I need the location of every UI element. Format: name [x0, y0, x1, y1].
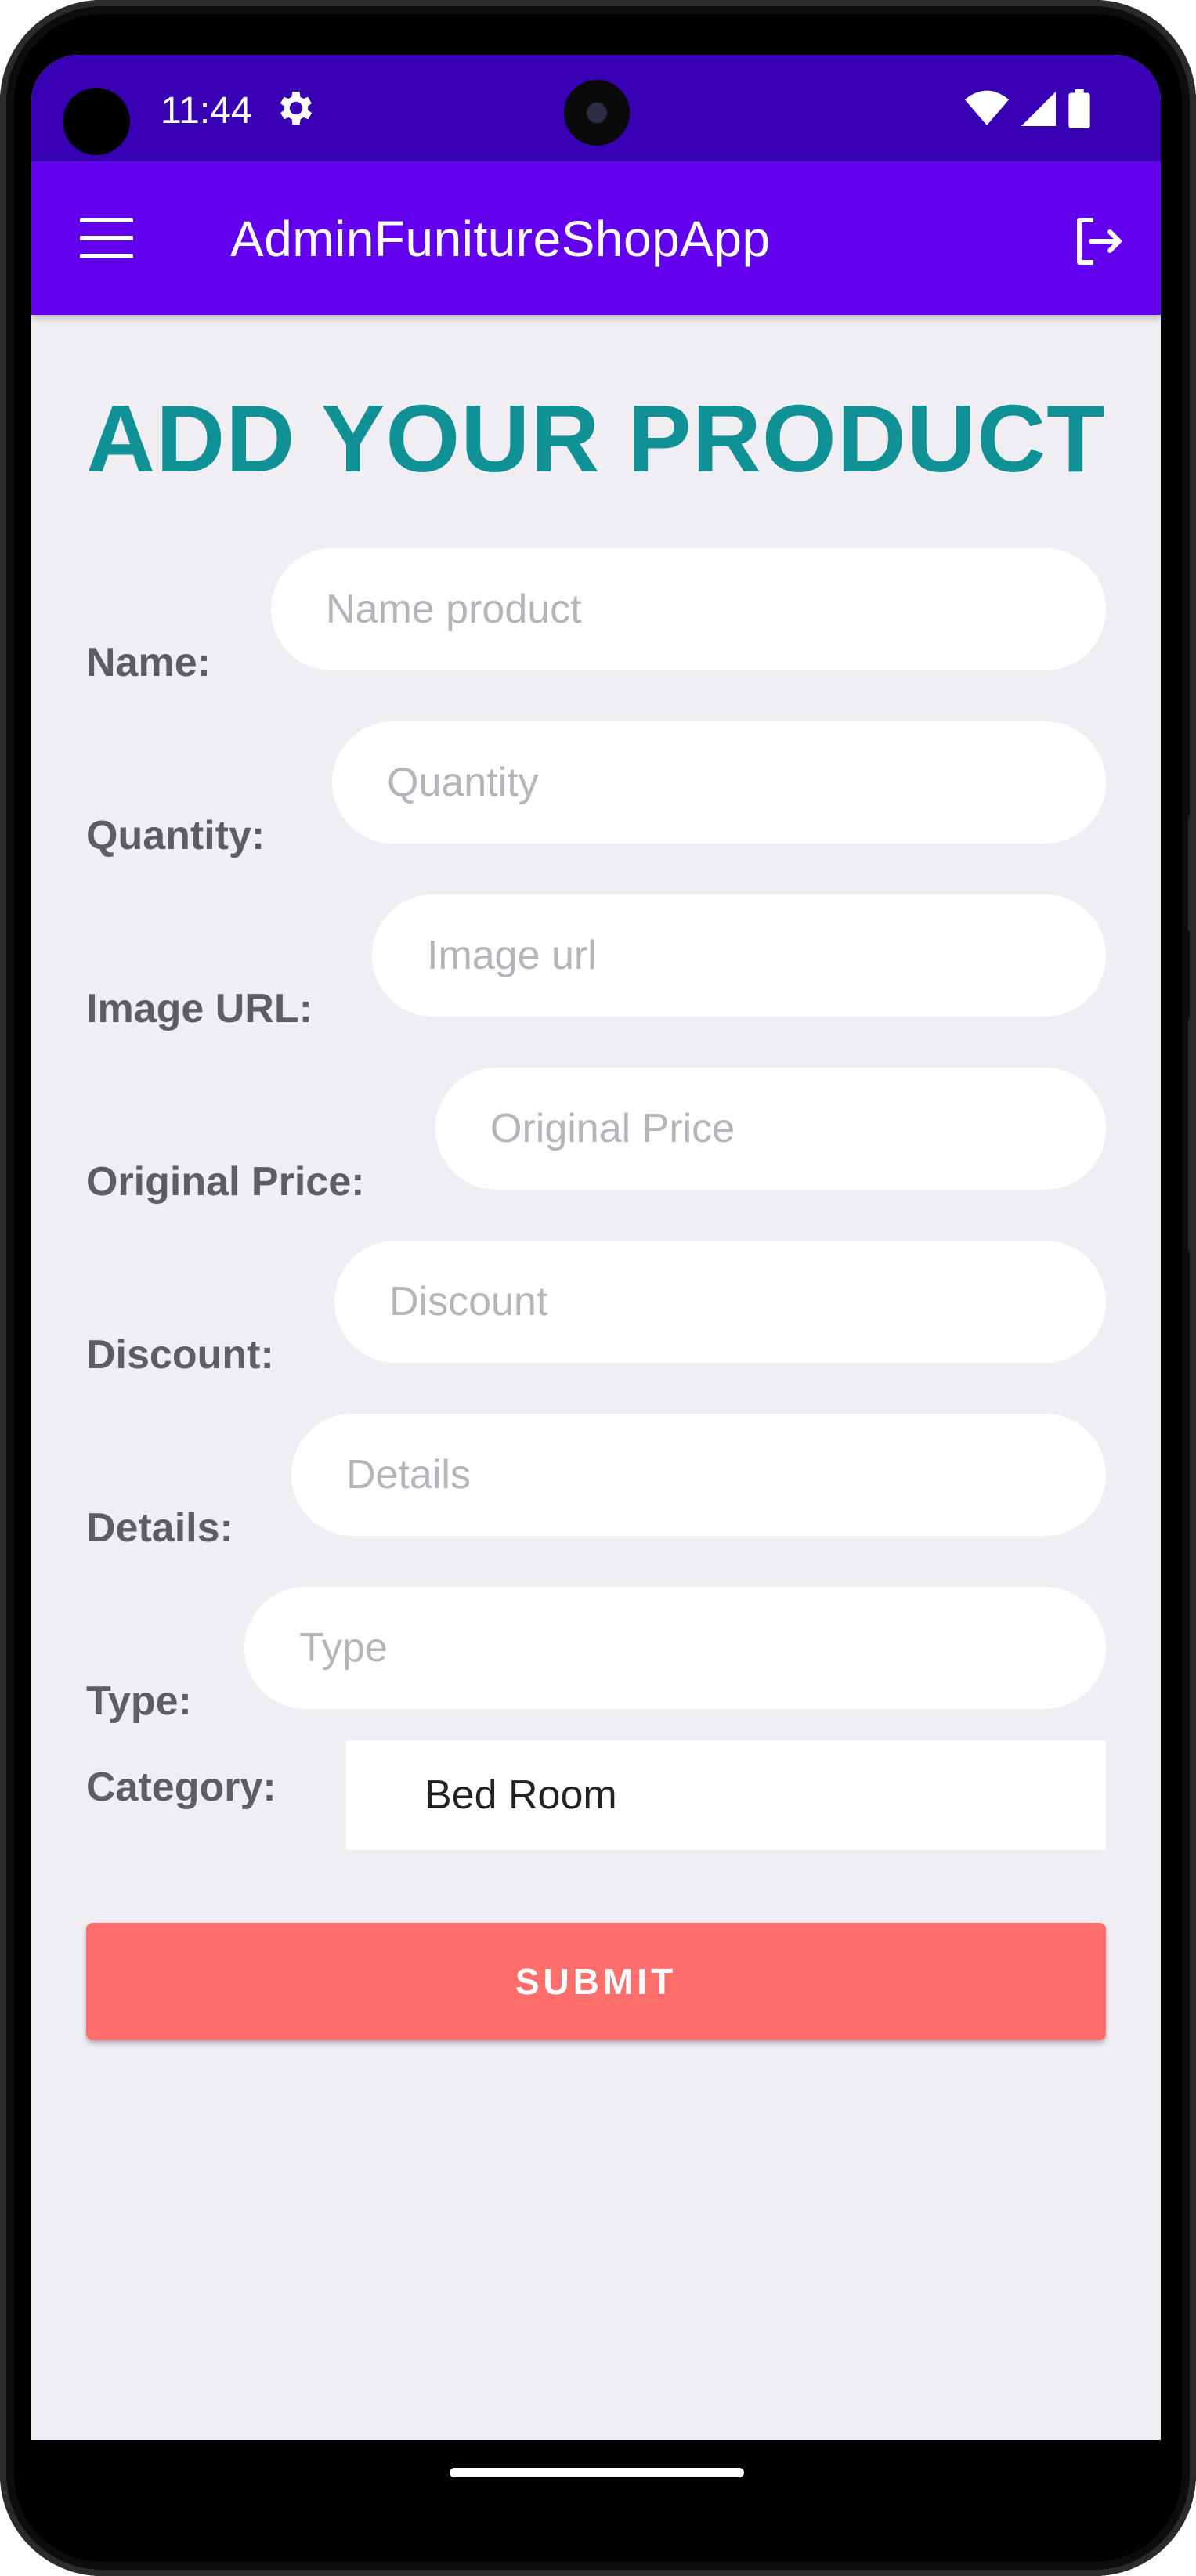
menu-icon[interactable] [80, 218, 133, 258]
status-icons [965, 89, 1090, 128]
original-price-label: Original Price: [86, 1159, 365, 1205]
gear-icon [280, 92, 313, 125]
image-url-input[interactable] [372, 894, 1106, 1017]
logout-icon[interactable] [1070, 213, 1126, 269]
front-camera [564, 80, 630, 146]
wifi-icon [965, 90, 1009, 125]
app-title: AdminFunitureShopApp [230, 211, 771, 267]
quantity-input[interactable] [332, 721, 1106, 844]
category-dropdown[interactable]: Bed Room [346, 1740, 1106, 1850]
camera-cutout [63, 88, 130, 155]
details-input[interactable] [291, 1414, 1106, 1536]
battery-icon [1068, 89, 1090, 128]
discount-label: Discount: [86, 1332, 274, 1378]
quantity-label: Quantity: [86, 813, 266, 858]
category-selected-value: Bed Room [425, 1772, 617, 1818]
discount-input[interactable] [334, 1241, 1106, 1363]
signal-icon [1021, 92, 1056, 126]
status-bar: 11:44 [31, 55, 1161, 161]
image-url-label: Image URL: [86, 986, 313, 1031]
power-button [1188, 815, 1196, 932]
app-toolbar: AdminFunitureShopApp [31, 161, 1161, 315]
navigation-bar [31, 2440, 1161, 2502]
submit-button[interactable]: SUBMIT [86, 1923, 1106, 2040]
volume-button [1188, 1018, 1196, 1253]
phone-frame: 11:44 AdminFunitureShopApp ADD YOUR PROD… [0, 0, 1196, 2576]
name-input[interactable] [271, 548, 1106, 670]
name-label: Name: [86, 640, 211, 685]
status-time: 11:44 [161, 90, 252, 132]
screen: 11:44 AdminFunitureShopApp ADD YOUR PROD… [31, 55, 1161, 2502]
details-label: Details: [86, 1505, 233, 1551]
page-heading: ADD YOUR PRODUCT [86, 385, 1106, 492]
home-indicator[interactable] [450, 2468, 744, 2477]
category-label: Category: [86, 1765, 276, 1810]
original-price-input[interactable] [435, 1068, 1106, 1190]
type-input[interactable] [244, 1587, 1106, 1709]
type-label: Type: [86, 1678, 192, 1724]
